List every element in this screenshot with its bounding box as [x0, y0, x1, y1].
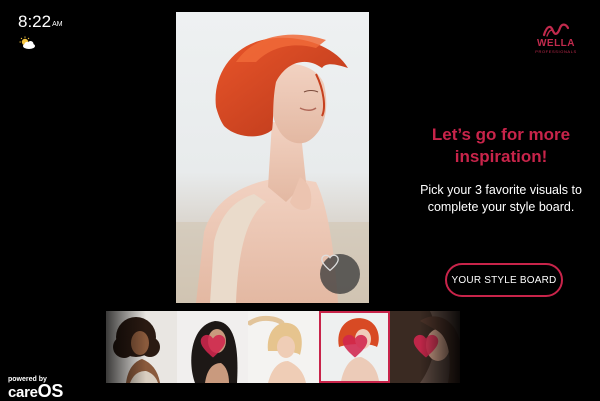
heart-filled-icon — [200, 334, 226, 358]
style-board-button[interactable]: YOUR STYLE BOARD — [445, 263, 563, 297]
careos-wordmark: careOS — [8, 381, 88, 401]
wella-subtitle: PROFESSIONALS — [535, 49, 577, 54]
thumbnail-blonde-bob[interactable] — [248, 311, 319, 383]
thumbnail-red-bob[interactable] — [319, 311, 390, 383]
clock-time: 8:22 — [18, 12, 52, 31]
clock: 8:22AM — [18, 12, 63, 35]
favorite-button[interactable] — [320, 254, 360, 294]
curly-dark-hair-image — [106, 311, 177, 383]
blonde-bob-image — [248, 311, 319, 383]
headline: Let’s go for more inspiration! — [431, 125, 571, 166]
heart-outline-icon — [321, 254, 339, 272]
heart-filled-icon — [342, 334, 368, 358]
inspiration-panel: Let’s go for more inspiration! Pick your… — [402, 124, 600, 216]
heart-filled-icon — [413, 334, 439, 358]
status-area: 8:22AM — [18, 12, 63, 35]
wella-logo: WELLA PROFESSIONALS — [526, 22, 586, 64]
partly-cloudy-icon — [19, 36, 35, 49]
description: Pick your 3 favorite visuals to complete… — [420, 183, 582, 214]
hero-image — [176, 12, 369, 303]
thumbnail-strip — [106, 311, 460, 383]
careos-care: care — [8, 384, 38, 401]
thumbnail-brown-waves[interactable] — [390, 311, 460, 383]
thumbnail-long-dark-hair[interactable] — [177, 311, 248, 383]
careos-os: OS — [37, 381, 64, 401]
thumbnail-curly-dark-hair[interactable] — [106, 311, 177, 383]
careos-logo: powered by careOS — [8, 376, 88, 401]
wella-wordmark: WELLA — [536, 38, 576, 49]
wella-wave-icon — [542, 23, 570, 37]
clock-ampm: AM — [52, 21, 63, 28]
